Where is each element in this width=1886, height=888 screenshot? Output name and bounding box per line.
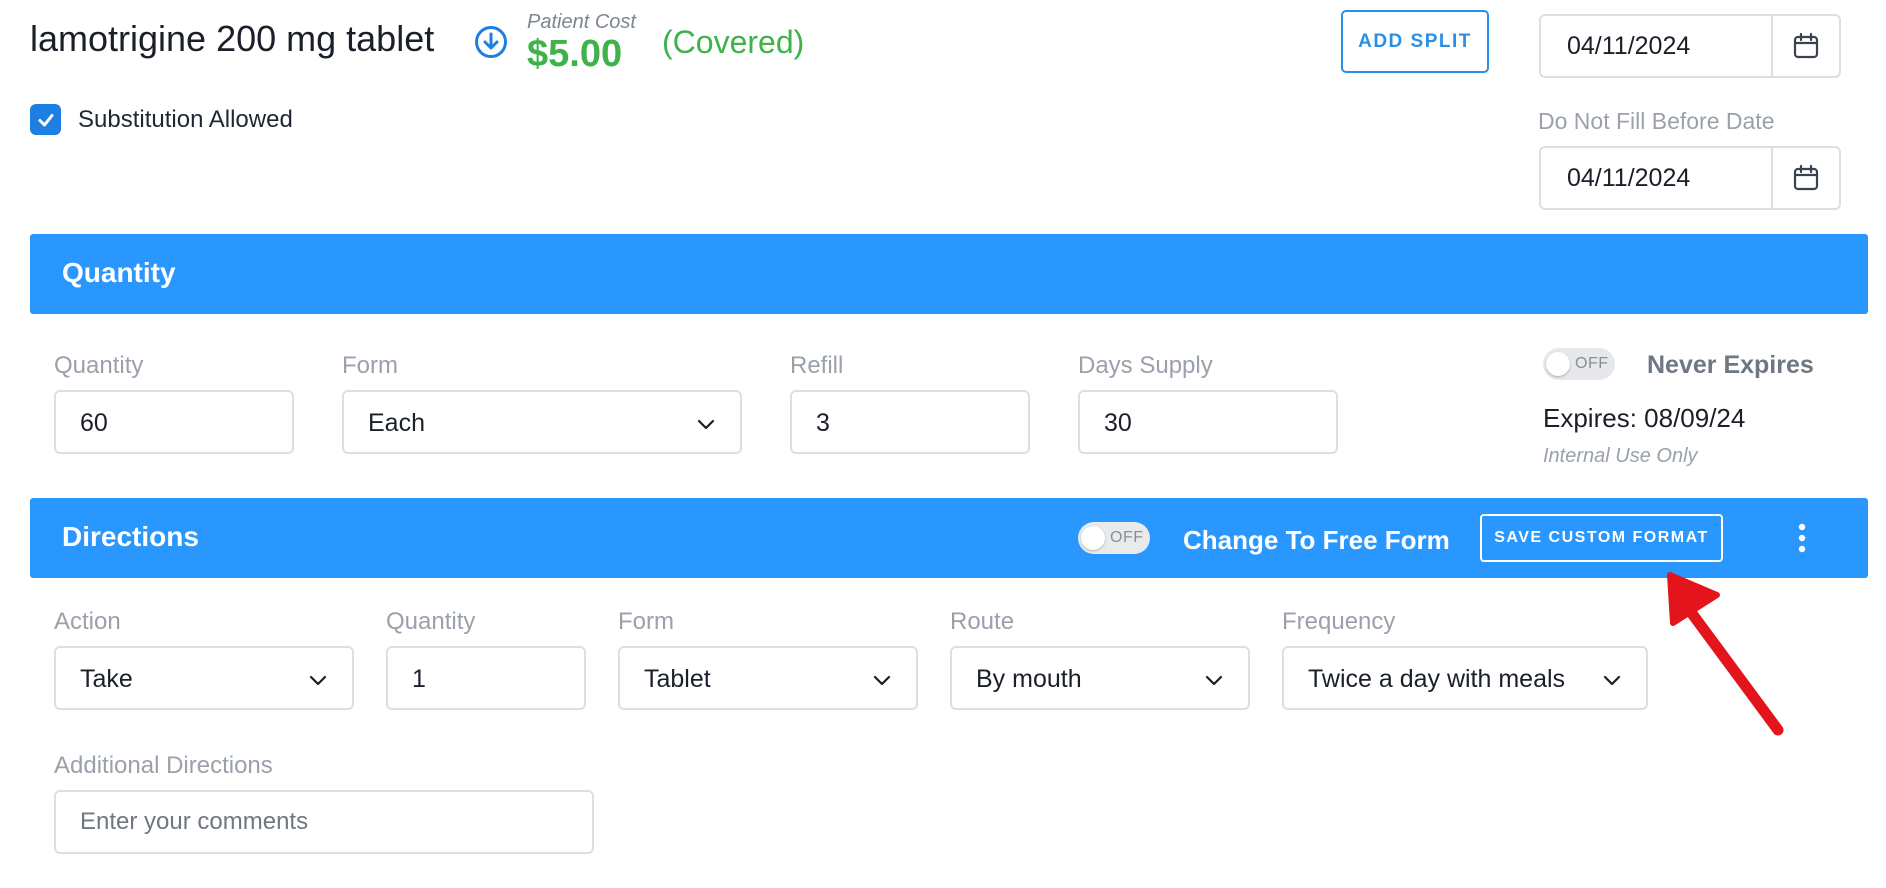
directions-quantity-input[interactable]: 1 [386, 646, 586, 710]
days-supply-input[interactable]: 30 [1078, 390, 1338, 454]
directions-quantity-label: Quantity [386, 608, 476, 635]
annotation-arrow-icon [1640, 565, 1800, 750]
chevron-down-icon [1603, 675, 1621, 686]
toggle-state: OFF [1575, 355, 1609, 372]
chevron-down-icon [697, 419, 715, 430]
kebab-menu-icon[interactable] [1790, 521, 1814, 555]
quantity-section-title: Quantity [62, 257, 176, 288]
chevron-down-icon [873, 675, 891, 686]
checkmark-icon [38, 113, 53, 126]
quantity-section-header: Quantity [30, 234, 1868, 314]
never-expires-toggle[interactable]: OFF [1543, 348, 1615, 380]
frequency-select[interactable]: Twice a day with meals [1282, 646, 1648, 710]
frequency-label: Frequency [1282, 608, 1396, 635]
date-field[interactable]: 04/11/2024 [1539, 14, 1841, 78]
chevron-down-icon [309, 675, 327, 686]
form-value: Each [368, 409, 425, 437]
toggle-knob [1546, 352, 1570, 376]
expires-text: Expires: 08/09/24 [1543, 403, 1746, 433]
toggle-knob [1081, 526, 1105, 550]
action-value: Take [80, 665, 133, 693]
patient-cost-value: $5.00 [527, 33, 623, 75]
form-label: Form [342, 352, 398, 379]
drug-name: lamotrigine 200 mg tablet [30, 18, 435, 59]
free-form-label: Change To Free Form [1183, 525, 1450, 555]
calendar-icon[interactable] [1771, 16, 1839, 76]
chevron-down-icon [1205, 675, 1223, 686]
route-value: By mouth [976, 665, 1082, 693]
coverage-status: (Covered) [662, 24, 805, 60]
do-not-fill-date-field[interactable]: 04/11/2024 [1539, 146, 1841, 210]
additional-directions-input[interactable] [56, 792, 592, 852]
free-form-toggle[interactable]: OFF [1078, 522, 1150, 554]
additional-directions-label: Additional Directions [54, 752, 273, 779]
add-split-button[interactable]: ADD SPLIT [1341, 10, 1489, 73]
directions-form-label: Form [618, 608, 674, 635]
save-custom-format-button[interactable]: SAVE CUSTOM FORMAT [1480, 514, 1723, 562]
frequency-value: Twice a day with meals [1308, 665, 1566, 693]
directions-quantity-value: 1 [412, 665, 426, 693]
directions-form-select[interactable]: Tablet [618, 646, 918, 710]
patient-cost-label: Patient Cost [527, 11, 636, 33]
action-label: Action [54, 608, 121, 635]
do-not-fill-date-value: 04/11/2024 [1567, 164, 1691, 192]
quantity-label: Quantity [54, 352, 144, 379]
directions-section-title: Directions [62, 521, 199, 552]
download-circle-icon[interactable] [474, 25, 508, 59]
form-select[interactable]: Each [342, 390, 742, 454]
calendar-icon[interactable] [1771, 148, 1839, 208]
action-select[interactable]: Take [54, 646, 354, 710]
never-expires-label: Never Expires [1647, 351, 1814, 379]
route-select[interactable]: By mouth [950, 646, 1250, 710]
refill-value: 3 [816, 409, 830, 437]
additional-directions-field[interactable] [54, 790, 594, 854]
route-label: Route [950, 608, 1015, 635]
do-not-fill-label: Do Not Fill Before Date [1538, 108, 1775, 134]
refill-label: Refill [790, 352, 844, 379]
internal-use-text: Internal Use Only [1543, 445, 1698, 467]
substitution-checkbox[interactable] [30, 104, 61, 135]
days-supply-value: 30 [1104, 409, 1132, 437]
days-supply-label: Days Supply [1078, 352, 1213, 379]
directions-form-value: Tablet [644, 665, 711, 693]
substitution-label: Substitution Allowed [78, 106, 293, 133]
quantity-input[interactable]: 60 [54, 390, 294, 454]
refill-input[interactable]: 3 [790, 390, 1030, 454]
quantity-value: 60 [80, 409, 108, 437]
toggle-state: OFF [1110, 529, 1144, 546]
date-field-value: 04/11/2024 [1567, 32, 1691, 60]
